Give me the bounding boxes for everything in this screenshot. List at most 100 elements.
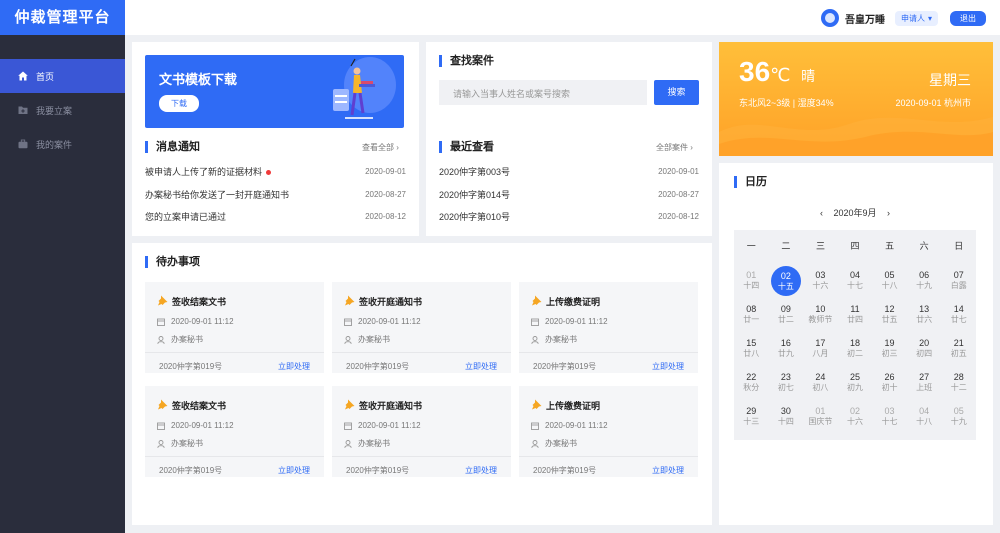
unread-dot xyxy=(266,169,272,175)
search-button[interactable]: 搜索 xyxy=(654,80,699,105)
calendar-day[interactable]: 08 廿一 xyxy=(735,300,767,330)
calendar-day[interactable]: 19 初三 xyxy=(874,334,906,364)
lunar-label: 初二 xyxy=(847,349,863,358)
calendar-day[interactable]: 27 上班 xyxy=(908,368,940,398)
user-icon xyxy=(531,335,539,344)
calendar-day[interactable]: 17 八月 xyxy=(804,334,836,364)
download-button[interactable]: 下载 xyxy=(159,95,199,112)
sidebar-item-label: 我要立案 xyxy=(36,105,73,116)
divider xyxy=(145,456,324,457)
calendar-day[interactable]: 05 十八 xyxy=(874,266,906,296)
sidebar-item-file-case[interactable]: 我要立案 xyxy=(0,93,125,127)
calendar-day[interactable]: 14 廿七 xyxy=(943,300,975,330)
calendar-day-today[interactable]: 02 十五 xyxy=(770,266,801,296)
calendar-day[interactable]: 24 初八 xyxy=(804,368,836,398)
temperature: 36℃ 晴 xyxy=(739,56,815,88)
day-number: 03 xyxy=(815,270,826,280)
lunar-label: 十五 xyxy=(777,282,794,291)
all-cases-link[interactable]: 全部案件 › xyxy=(656,142,693,153)
todo-item[interactable]: 上传缴费证明 2020-09-01 11:12 办案秘书 2020仲字第019号 立即处… xyxy=(519,386,698,477)
lunar-label: 十三 xyxy=(743,417,760,426)
lunar-label: 秋分 xyxy=(743,383,760,392)
todo-item[interactable]: 上传缴费证明 2020-09-01 11:12 办案秘书 2020仲字第019号 立即处… xyxy=(519,282,698,373)
calendar-day[interactable]: 04 十八 xyxy=(908,402,940,432)
list-item[interactable]: 办案秘书给你发送了一封开庭通知书 2020-08-27 xyxy=(145,187,406,201)
calendar-day[interactable]: 09 廿二 xyxy=(770,300,802,330)
calendar-day[interactable]: 03 十七 xyxy=(874,402,906,432)
todo-time: 2020-09-01 11:12 xyxy=(545,421,608,430)
calendar-day[interactable]: 20 初四 xyxy=(908,334,940,364)
lunar-label: 上班 xyxy=(916,383,933,392)
todo-case-number: 2020仲字第019号 xyxy=(533,362,597,371)
calendar-day[interactable]: 29 十三 xyxy=(735,402,767,432)
calendar-day[interactable]: 11 廿四 xyxy=(839,300,871,330)
todo-item[interactable]: 签收开庭通知书 2020-09-01 11:12 办案秘书 2020仲字第019号 立即… xyxy=(332,386,511,477)
list-item[interactable]: 被申请人上传了新的证据材料 2020-09-01 xyxy=(145,164,406,178)
pin-icon xyxy=(345,295,355,306)
process-now-link[interactable]: 立即处理 xyxy=(278,465,310,476)
search-input[interactable]: 请输入当事人姓名或案号搜索 xyxy=(439,80,647,105)
calendar-day[interactable]: 16 廿九 xyxy=(770,334,802,364)
calendar-day[interactable]: 18 初二 xyxy=(839,334,871,364)
lunar-label: 初三 xyxy=(881,349,898,358)
calendar-day[interactable]: 15 廿八 xyxy=(735,334,767,364)
view-all-link[interactable]: 查看全部 › xyxy=(362,142,399,153)
todo-item[interactable]: 签收开庭通知书 2020-09-01 11:12 办案秘书 2020仲字第019号 立即… xyxy=(332,282,511,373)
todo-time-row: 2020-09-01 11:12 xyxy=(531,317,608,326)
todo-time-row: 2020-09-01 11:12 xyxy=(157,421,234,430)
app-logo[interactable]: 仲裁管理平台 xyxy=(0,0,125,35)
calendar-day[interactable]: 02 十六 xyxy=(839,402,871,432)
lunar-label: 十八 xyxy=(916,417,933,426)
calendar-day[interactable]: 01 国庆节 xyxy=(804,402,836,432)
todo-item[interactable]: 签收结案文书 2020-09-01 11:12 办案秘书 2020仲字第019号 立即处… xyxy=(145,386,324,477)
folder-plus-icon xyxy=(18,106,28,114)
calendar-day[interactable]: 06 十九 xyxy=(908,266,940,296)
calendar-day[interactable]: 01 十四 xyxy=(735,266,767,296)
list-item[interactable]: 2020仲字第003号 2020-09-01 xyxy=(439,164,699,178)
calendar-day[interactable]: 26 初十 xyxy=(874,368,906,398)
calendar-day[interactable]: 13 廿六 xyxy=(908,300,940,330)
calendar-day[interactable]: 22 秋分 xyxy=(735,368,767,398)
logout-button[interactable]: 退出 xyxy=(950,10,986,26)
todo-title: 上传缴费证明 xyxy=(546,401,601,411)
calendar-day[interactable]: 21 初五 xyxy=(943,334,975,364)
calendar-day[interactable]: 23 初七 xyxy=(770,368,802,398)
message-text: 被申请人上传了新的证据材料 xyxy=(145,166,263,177)
process-now-link[interactable]: 立即处理 xyxy=(465,465,497,476)
sidebar-item-home[interactable]: 首页 xyxy=(0,59,125,93)
weekday-label: 三 xyxy=(815,241,825,251)
calendar-day[interactable]: 05 十九 xyxy=(943,402,975,432)
calendar-day[interactable]: 04 十七 xyxy=(839,266,871,296)
calendar-day[interactable]: 12 廿五 xyxy=(874,300,906,330)
template-download-banner: 文书模板下载 下载 xyxy=(145,55,404,128)
todo-title: 待办事项 xyxy=(145,256,200,268)
process-now-link[interactable]: 立即处理 xyxy=(465,361,497,372)
next-month-icon[interactable]: › xyxy=(887,208,890,218)
process-now-link[interactable]: 立即处理 xyxy=(652,465,684,476)
list-item[interactable]: 2020仲字第014号 2020-08-27 xyxy=(439,187,699,201)
list-item[interactable]: 您的立案申请已通过 2020-08-12 xyxy=(145,209,406,223)
prev-month-icon[interactable]: ‹ xyxy=(820,208,823,218)
calendar-day[interactable]: 28 十二 xyxy=(943,368,975,398)
recent-title: 最近查看 xyxy=(439,141,494,153)
todo-item[interactable]: 签收结案文书 2020-09-01 11:12 办案秘书 2020仲字第019号 立即处… xyxy=(145,282,324,373)
process-now-link[interactable]: 立即处理 xyxy=(652,361,684,372)
briefcase-icon xyxy=(18,139,28,149)
sidebar-item-my-cases[interactable]: 我的案件 xyxy=(0,127,125,161)
avatar[interactable] xyxy=(820,9,839,27)
role-dropdown[interactable]: 申请人 ▾ xyxy=(894,10,938,26)
todo-role-row: 办案秘书 xyxy=(531,334,577,345)
calendar-day[interactable]: 07 白露 xyxy=(943,266,975,296)
user-icon xyxy=(344,439,352,448)
month-nav: ‹ 2020年9月 › xyxy=(734,206,976,219)
process-now-link[interactable]: 立即处理 xyxy=(278,361,310,372)
banner-illustration xyxy=(333,57,396,119)
temperature-value: 36 xyxy=(739,56,771,87)
calendar-day[interactable]: 25 初九 xyxy=(839,368,871,398)
message-text: 办案秘书给你发送了一封开庭通知书 xyxy=(145,189,290,200)
list-item[interactable]: 2020仲字第010号 2020-08-12 xyxy=(439,209,699,223)
calendar-day[interactable]: 10 教师节 xyxy=(804,300,836,330)
weather-widget: 36℃ 晴 东北风2~3级 | 湿度34% 星期三 2020-09-01 杭州市 xyxy=(719,42,993,156)
calendar-day[interactable]: 30 十四 xyxy=(770,402,802,432)
calendar-day[interactable]: 03 十六 xyxy=(804,266,836,296)
